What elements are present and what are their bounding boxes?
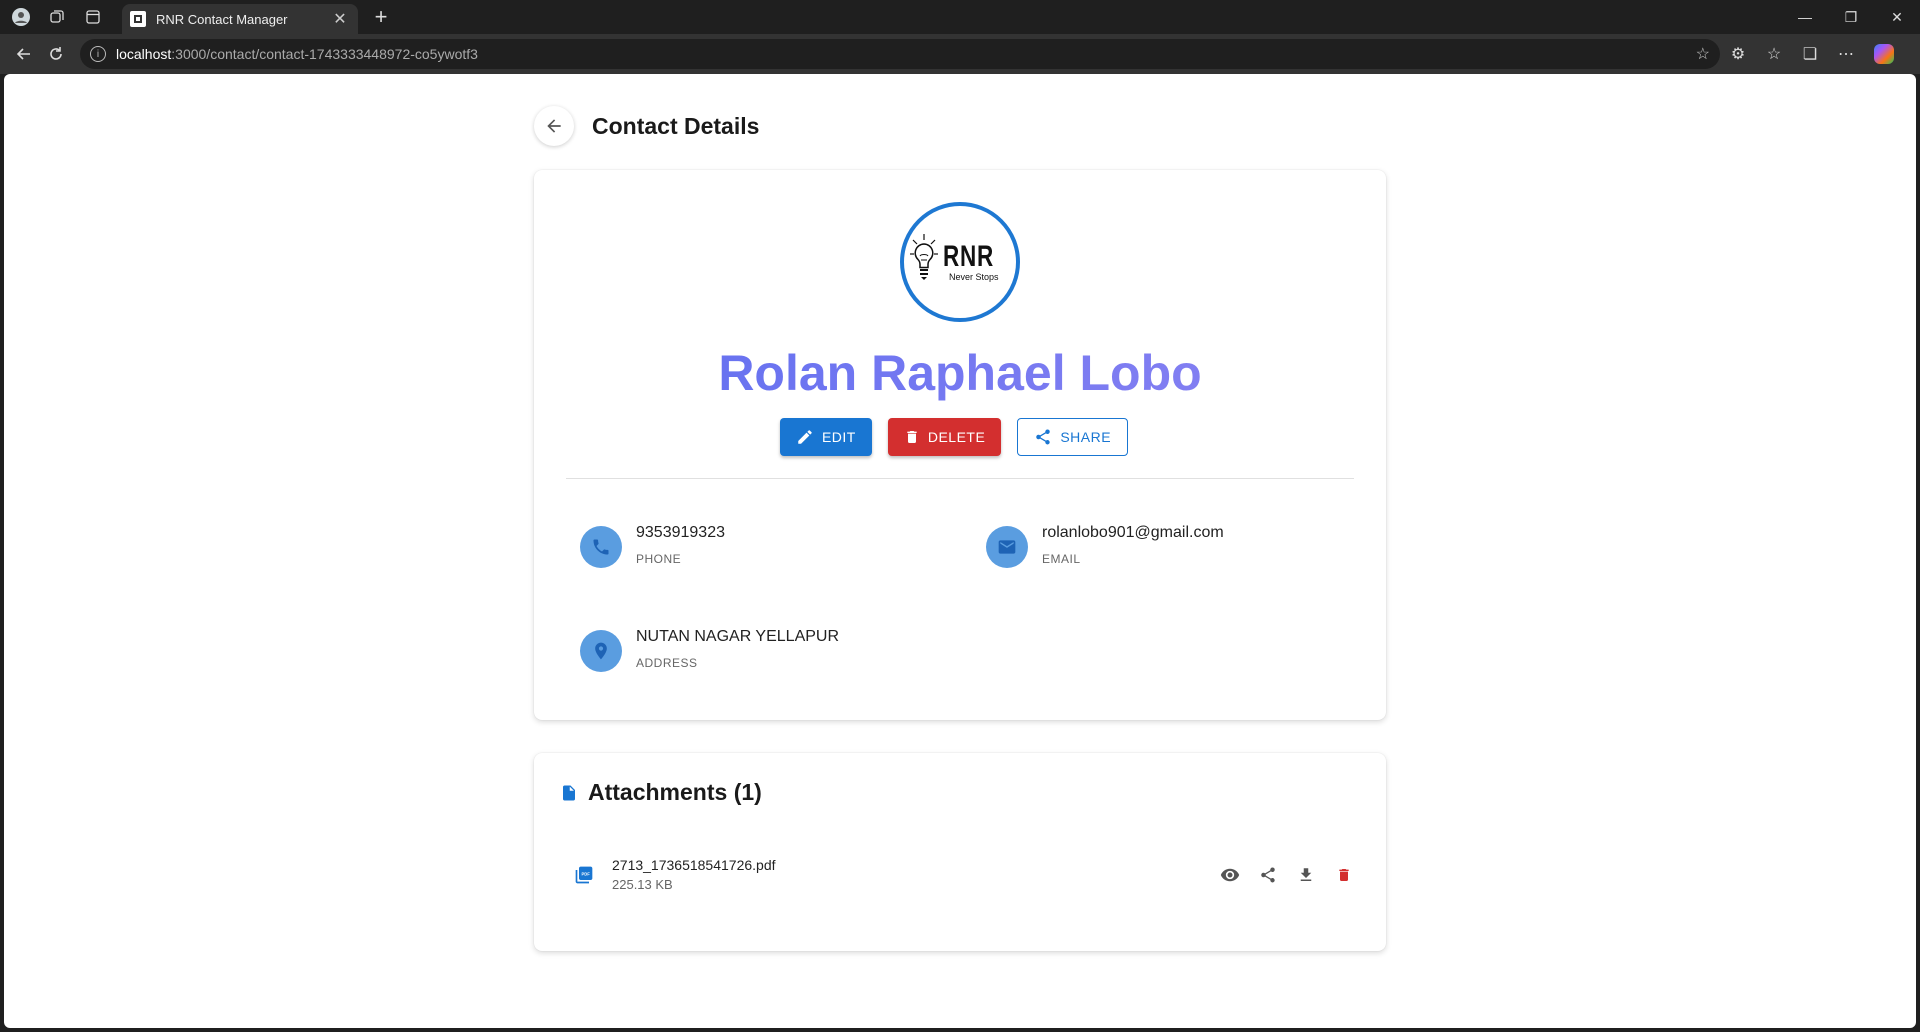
address-value: NUTAN NAGAR YELLAPUR xyxy=(636,628,840,645)
site-info-icon[interactable]: i xyxy=(90,46,106,62)
url-text: localhost:3000/contact/contact-174333344… xyxy=(116,46,478,62)
edit-button-label: EDIT xyxy=(821,429,856,445)
back-button[interactable] xyxy=(534,106,574,146)
favorite-star-icon[interactable]: ☆ xyxy=(1696,44,1710,64)
phone-value[interactable]: 9353919323 xyxy=(636,524,725,542)
favorites-icon[interactable]: ☆ xyxy=(1756,38,1792,70)
view-eye-icon[interactable] xyxy=(1220,865,1240,885)
tab-title: RNR Contact Manager xyxy=(156,11,288,27)
attachments-title: Attachments (1) xyxy=(588,779,762,805)
tab-close-icon[interactable]: ✕ xyxy=(330,9,350,29)
contact-name: Rolan Raphael Lobo xyxy=(534,344,1386,402)
trash-icon xyxy=(907,431,917,443)
page-header: Contact Details xyxy=(534,106,759,146)
browser-tab-bar: RNR Contact Manager ✕ + — ❐ ✕ xyxy=(0,0,1920,34)
location-pin-icon xyxy=(580,630,622,672)
download-icon[interactable] xyxy=(1296,865,1316,885)
more-menu-icon[interactable]: ⋯ xyxy=(1828,38,1864,70)
arrow-left-icon xyxy=(547,119,561,133)
address-info: NUTAN NAGAR YELLAPUR ADDRESS xyxy=(580,626,839,672)
delete-button-label: DELETE xyxy=(927,429,986,445)
attachment-file-name: 2713_1736518541726.pdf xyxy=(612,857,776,873)
logo-text: RNR xyxy=(943,240,994,273)
contact-card: RNR Never Stops Rolan Raphael Lobo EDIT … xyxy=(534,170,1386,720)
share-button-label: SHARE xyxy=(1060,429,1112,445)
divider xyxy=(566,478,1354,479)
reload-icon[interactable] xyxy=(40,38,72,70)
page-viewport: Contact Details RNR Never Stops Rolan Ra… xyxy=(4,74,1916,1028)
window-controls: — ❐ ✕ xyxy=(1782,0,1920,34)
svg-text:PDF: PDF xyxy=(582,871,591,876)
email-info: rolanlobo901@gmail.com EMAIL xyxy=(986,522,1224,568)
profile-icon[interactable] xyxy=(6,2,36,32)
collections-icon[interactable]: ❏ xyxy=(1792,38,1828,70)
page-title: Contact Details xyxy=(592,112,760,139)
email-icon xyxy=(986,526,1028,568)
restore-icon[interactable]: ❐ xyxy=(1828,0,1874,34)
avatar: RNR Never Stops xyxy=(900,202,1020,322)
phone-icon xyxy=(580,526,622,568)
document-icon xyxy=(563,785,575,800)
back-nav-icon[interactable] xyxy=(8,38,40,70)
share-file-icon[interactable] xyxy=(1258,865,1278,885)
pdf-icon: PDF xyxy=(575,866,593,883)
phone-info: 9353919323 PHONE xyxy=(580,522,725,568)
workspaces-icon[interactable] xyxy=(42,2,72,32)
attachment-actions xyxy=(1220,865,1354,885)
address-label: ADDRESS xyxy=(636,656,698,670)
copilot-icon[interactable] xyxy=(1874,44,1894,64)
attachment-file-size: 225.13 KB xyxy=(612,877,673,892)
address-toolbar: i localhost:3000/contact/contact-1743333… xyxy=(0,34,1920,74)
lightbulb-icon xyxy=(910,234,938,280)
new-tab-icon[interactable]: + xyxy=(366,4,396,30)
share-icon xyxy=(1036,429,1051,445)
browser-tab-active[interactable]: RNR Contact Manager ✕ xyxy=(122,4,358,34)
tab-actions-icon[interactable] xyxy=(78,2,108,32)
email-label: EMAIL xyxy=(1042,552,1081,566)
pencil-icon xyxy=(798,430,812,444)
delete-file-trash-icon[interactable] xyxy=(1334,865,1354,885)
edit-button[interactable]: EDIT xyxy=(779,418,872,456)
minimize-icon[interactable]: — xyxy=(1782,0,1828,34)
attachment-row[interactable]: PDF 2713_1736518541726.pdf 225.13 KB xyxy=(574,857,1354,892)
share-button[interactable]: SHARE xyxy=(1017,418,1129,456)
url-bar[interactable]: i localhost:3000/contact/contact-1743333… xyxy=(80,39,1720,69)
contact-actions: EDIT DELETE SHARE xyxy=(534,418,1386,456)
attachments-header: Attachments (1) xyxy=(560,779,762,806)
window-close-icon[interactable]: ✕ xyxy=(1874,0,1920,34)
favicon-icon xyxy=(130,11,146,27)
phone-label: PHONE xyxy=(636,552,682,566)
rnr-logo: RNR Never Stops xyxy=(909,232,1011,292)
attachments-card: Attachments (1) PDF 2713_1736518541726.p… xyxy=(534,753,1386,951)
email-value[interactable]: rolanlobo901@gmail.com xyxy=(1042,524,1224,542)
delete-button[interactable]: DELETE xyxy=(887,418,1002,456)
logo-tagline: Never Stops xyxy=(949,272,999,282)
extensions-icon[interactable]: ⚙ xyxy=(1720,38,1756,70)
